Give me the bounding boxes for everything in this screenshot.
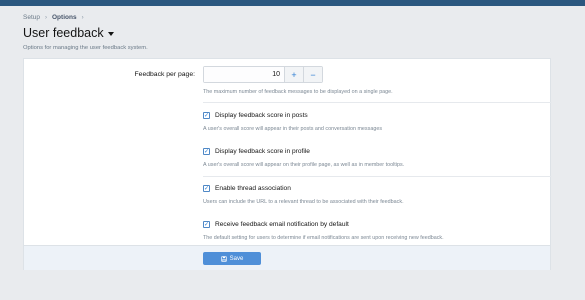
feedback-per-page-explain: The maximum number of feedback messages … bbox=[203, 89, 393, 95]
breadcrumb-setup[interactable]: Setup bbox=[23, 14, 40, 21]
score-in-posts-explain: A user's overall score will appear in th… bbox=[203, 126, 383, 132]
save-button[interactable]: Save bbox=[203, 252, 261, 265]
chevron-right-icon: › bbox=[45, 14, 47, 21]
page-title: User feedback bbox=[23, 26, 104, 40]
feedback-per-page-stepper: + − bbox=[203, 66, 323, 83]
divider bbox=[203, 176, 552, 177]
checkbox-checked-icon[interactable]: ✓ bbox=[203, 148, 210, 155]
save-button-label: Save bbox=[229, 255, 244, 262]
breadcrumb: Setup › Options › bbox=[23, 14, 84, 21]
thread-association-option[interactable]: ✓ Enable thread association bbox=[203, 185, 291, 192]
page-title-row: User feedback bbox=[23, 26, 114, 40]
score-in-posts-option[interactable]: ✓ Display feedback score in posts bbox=[203, 112, 308, 119]
score-in-profile-label: Display feedback score in profile bbox=[215, 148, 310, 155]
chevron-right-icon: › bbox=[81, 14, 84, 21]
checkbox-checked-icon[interactable]: ✓ bbox=[203, 112, 210, 119]
checkbox-checked-icon[interactable]: ✓ bbox=[203, 185, 210, 192]
email-notification-option[interactable]: ✓ Receive feedback email notification by… bbox=[203, 221, 349, 228]
divider bbox=[203, 102, 552, 103]
feedback-per-page-label: Feedback per page: bbox=[134, 71, 195, 78]
options-panel: Feedback per page: + − The maximum numbe… bbox=[23, 58, 552, 270]
plus-icon[interactable]: + bbox=[284, 67, 303, 82]
score-in-posts-label: Display feedback score in posts bbox=[215, 112, 308, 119]
minus-icon[interactable]: − bbox=[303, 67, 322, 82]
caret-down-icon[interactable] bbox=[107, 32, 114, 36]
checkbox-checked-icon[interactable]: ✓ bbox=[203, 221, 210, 228]
email-notification-label: Receive feedback email notification by d… bbox=[215, 221, 349, 228]
form-footer: Save bbox=[24, 245, 550, 270]
save-icon bbox=[220, 255, 227, 262]
score-in-profile-option[interactable]: ✓ Display feedback score in profile bbox=[203, 148, 310, 155]
page-description: Options for managing the user feedback s… bbox=[23, 45, 148, 51]
thread-association-explain: Users can include the URL to a relevant … bbox=[203, 199, 404, 205]
top-navigation-bar bbox=[0, 0, 585, 6]
email-notification-explain: The default setting for users to determi… bbox=[203, 235, 444, 241]
breadcrumb-options[interactable]: Options bbox=[52, 14, 77, 21]
feedback-per-page-input[interactable] bbox=[204, 67, 284, 82]
score-in-profile-explain: A user's overall score will appear on th… bbox=[203, 162, 405, 168]
thread-association-label: Enable thread association bbox=[215, 185, 291, 192]
